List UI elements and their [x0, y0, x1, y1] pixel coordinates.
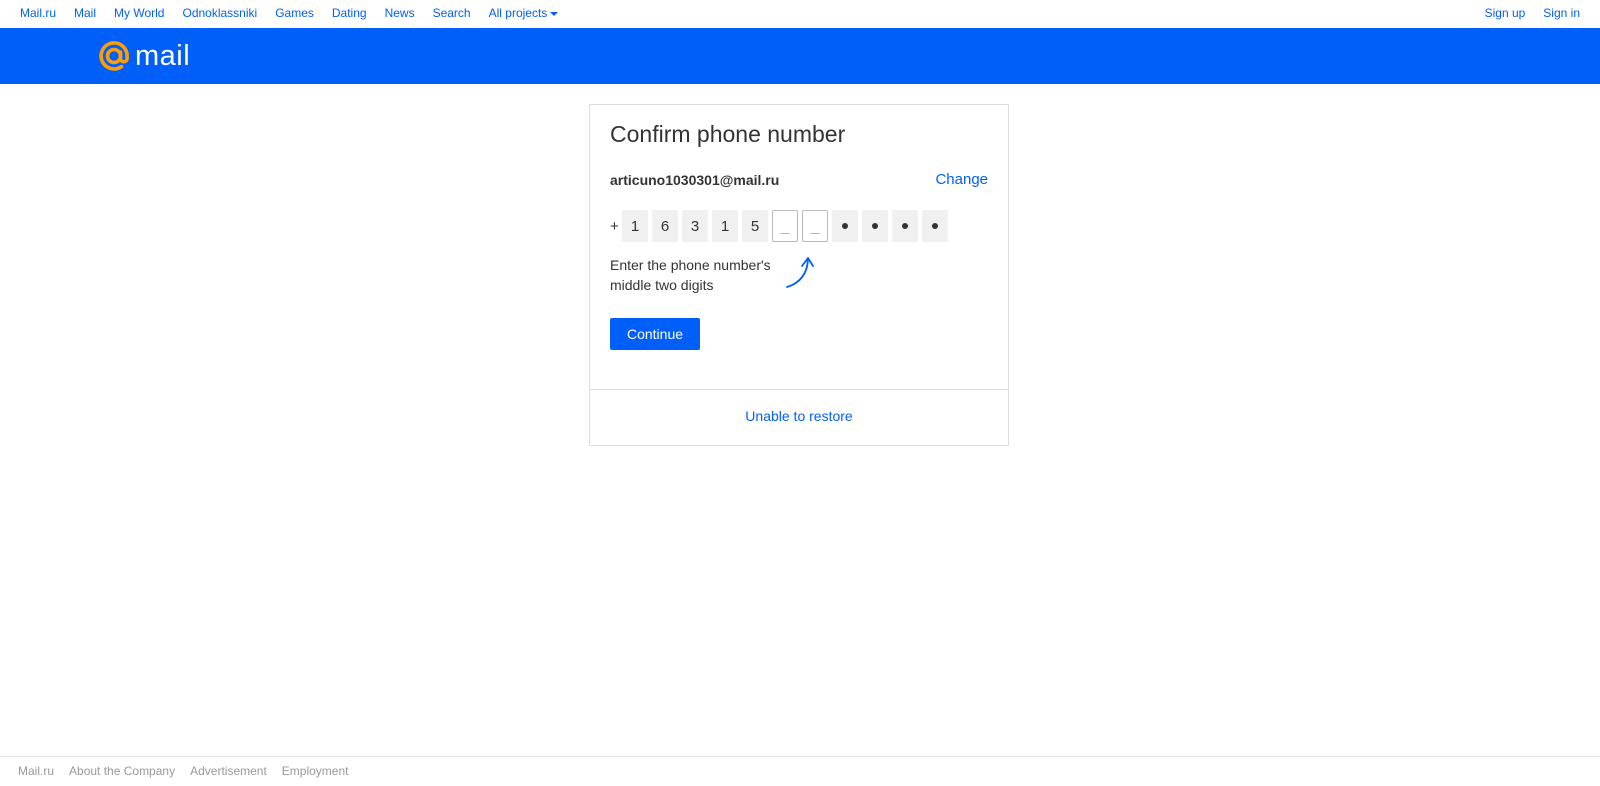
header-bar: mail [0, 28, 1600, 84]
curved-arrow-icon [786, 257, 814, 288]
account-email: articuno1030301@mail.ru [610, 172, 780, 188]
continue-button[interactable]: Continue [610, 318, 700, 350]
footer-link-employment[interactable]: Employment [282, 764, 349, 778]
hidden-digit [922, 210, 948, 242]
at-sign-logo-icon [99, 41, 129, 71]
phone-digit: 3 [682, 210, 708, 242]
phone-digit: 6 [652, 210, 678, 242]
page-title: Confirm phone number [610, 121, 846, 147]
sign-up-link[interactable]: Sign up [1485, 6, 1526, 20]
restore-row: Unable to restore [590, 408, 1008, 424]
hidden-digit-dot-icon [902, 223, 908, 229]
footer-links: Mail.ru About the Company Advertisement … [18, 764, 349, 778]
mail-logo[interactable]: mail [97, 39, 190, 73]
middle-digit-input-2[interactable] [802, 210, 828, 242]
nav-link-search[interactable]: Search [433, 6, 471, 20]
phone-digit: 1 [712, 210, 738, 242]
nav-link-mailru[interactable]: Mail.ru [20, 6, 56, 20]
unable-to-restore-link[interactable]: Unable to restore [745, 408, 852, 424]
phone-number-field: + 1 6 3 1 5 [610, 210, 952, 242]
footer-link-advertisement[interactable]: Advertisement [190, 764, 267, 778]
footer-link-about[interactable]: About the Company [69, 764, 175, 778]
nav-link-mail[interactable]: Mail [74, 6, 96, 20]
phone-prefix: + [610, 217, 619, 235]
nav-link-news[interactable]: News [385, 6, 415, 20]
hidden-digit [892, 210, 918, 242]
hidden-digit-dot-icon [872, 223, 878, 229]
nav-link-odnoklassniki[interactable]: Odnoklassniki [182, 6, 257, 20]
hidden-digit-dot-icon [932, 223, 938, 229]
nav-link-games[interactable]: Games [275, 6, 314, 20]
hidden-digit-dot-icon [842, 223, 848, 229]
auth-links: Sign up Sign in [1485, 6, 1580, 20]
hint-text: Enter the phone number's middle two digi… [610, 257, 771, 293]
divider [590, 389, 1008, 390]
phone-digit: 5 [742, 210, 768, 242]
change-account-link[interactable]: Change [935, 171, 988, 188]
logo-text: mail [135, 39, 191, 72]
nav-link-my-world[interactable]: My World [114, 6, 164, 20]
caret-down-icon [550, 11, 559, 16]
hidden-digit [862, 210, 888, 242]
phone-digit: 1 [622, 210, 648, 242]
top-nav-links: Mail.ru Mail My World Odnoklassniki Game… [20, 6, 559, 20]
footer-link-mailru[interactable]: Mail.ru [18, 764, 54, 778]
footer: Mail.ru About the Company Advertisement … [0, 756, 1600, 786]
hidden-digit [832, 210, 858, 242]
middle-digit-input-1[interactable] [772, 210, 798, 242]
top-navigation: Mail.ru Mail My World Odnoklassniki Game… [0, 0, 1600, 28]
all-projects-label: All projects [488, 6, 548, 20]
sign-in-link[interactable]: Sign in [1543, 6, 1580, 20]
nav-link-all-projects[interactable]: All projects [489, 6, 559, 20]
nav-link-dating[interactable]: Dating [332, 6, 367, 20]
confirm-phone-card: Confirm phone number articuno1030301@mai… [589, 104, 1009, 446]
